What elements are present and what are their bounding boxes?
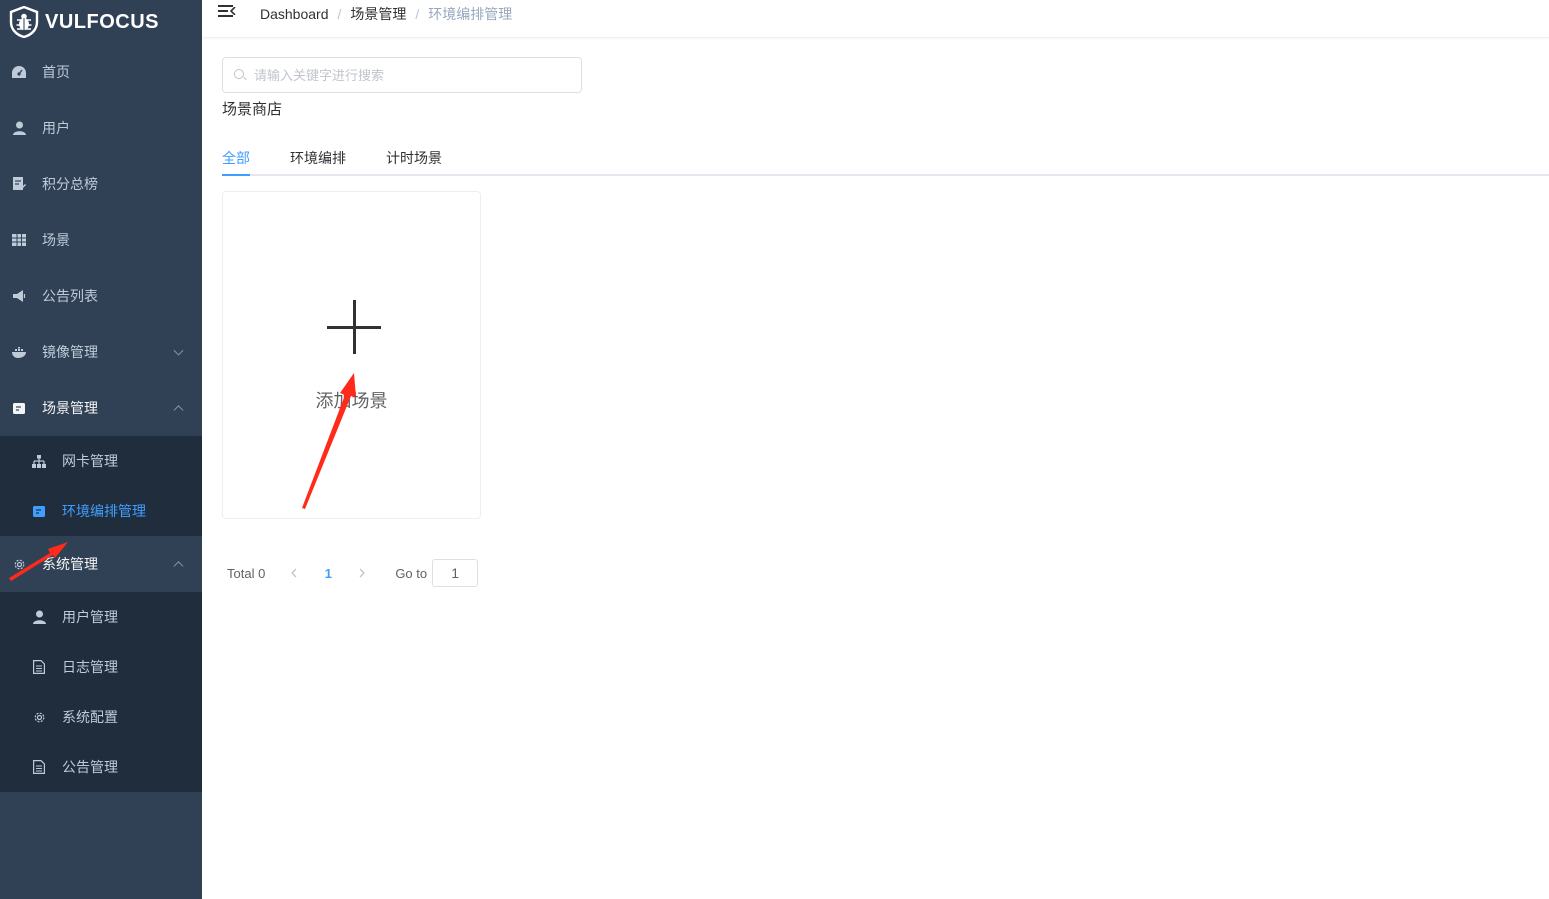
sidebar-item-notices[interactable]: 公告列表 xyxy=(0,268,202,324)
submenu-scene-management: 网卡管理 环境编排管理 xyxy=(0,436,202,536)
gear-icon xyxy=(31,709,47,725)
sidebar-item-user-management[interactable]: 用户管理 xyxy=(0,592,202,642)
search-box[interactable] xyxy=(222,57,582,93)
table-grid-icon xyxy=(11,232,27,248)
pagination: Total 0 1 Go to xyxy=(227,559,479,587)
sidebar-item-label: 公告列表 xyxy=(42,288,98,304)
shield-bug-logo-icon xyxy=(8,6,40,38)
pagination-total: Total 0 xyxy=(227,565,266,581)
sidebar-item-scene-management[interactable]: 场景管理 xyxy=(0,380,202,436)
tab-timed-scene[interactable]: 计时场景 xyxy=(386,148,442,168)
chevron-up-icon xyxy=(173,561,184,572)
sidebar-item-label: 用户管理 xyxy=(62,609,118,625)
sidebar-item-label: 环境编排管理 xyxy=(62,503,146,519)
breadcrumb: Dashboard / 场景管理 / 环境编排管理 xyxy=(260,4,512,24)
sidebar-item-label: 系统管理 xyxy=(42,556,98,572)
document-icon xyxy=(31,759,47,775)
navbar: Dashboard / 场景管理 / 环境编排管理 xyxy=(202,0,1549,38)
sidebar-item-system-config[interactable]: 系统配置 xyxy=(0,692,202,742)
megaphone-icon xyxy=(11,288,27,304)
sidebar-item-scene[interactable]: 场景 xyxy=(0,212,202,268)
sidebar-item-label: 网卡管理 xyxy=(62,453,118,469)
tab-orchestration[interactable]: 环境编排 xyxy=(290,148,346,168)
network-tree-icon xyxy=(31,453,47,469)
sidebar-item-system-management[interactable]: 系统管理 xyxy=(0,536,202,592)
sidebar: VULFOCUS 首页 用户 积分总榜 场景 公告列表 镜像管理 场景管理 网卡… xyxy=(0,0,202,899)
prev-page-button[interactable] xyxy=(279,566,309,581)
sidebar-item-user[interactable]: 用户 xyxy=(0,100,202,156)
sidebar-item-label: 积分总榜 xyxy=(42,176,98,192)
sidebar-item-label: 场景 xyxy=(42,232,70,248)
hamburger-menu-icon[interactable] xyxy=(218,3,236,19)
sidebar-menu: 首页 用户 积分总榜 场景 公告列表 镜像管理 场景管理 网卡管理 环境编排管理… xyxy=(0,44,202,792)
goto-page-input[interactable] xyxy=(432,559,479,587)
chevron-up-icon xyxy=(173,405,184,416)
dashboard-icon xyxy=(11,64,27,80)
sidebar-item-orchestration-management[interactable]: 环境编排管理 xyxy=(0,486,202,536)
breadcrumb-separator: / xyxy=(415,6,420,22)
chevron-right-icon xyxy=(359,568,366,577)
tab-bar: 全部 环境编排 计时场景 xyxy=(222,142,1549,176)
user-icon xyxy=(11,120,27,136)
sidebar-item-label: 日志管理 xyxy=(62,659,118,675)
chevron-down-icon xyxy=(173,345,184,356)
goto-label: Go to xyxy=(395,565,428,581)
sidebar-item-home[interactable]: 首页 xyxy=(0,44,202,100)
logo-text: VULFOCUS xyxy=(45,10,159,33)
search-input[interactable] xyxy=(254,67,554,83)
document-edit-icon xyxy=(11,176,27,192)
logo[interactable]: VULFOCUS xyxy=(0,0,202,44)
search-icon xyxy=(233,68,247,82)
sidebar-item-notice-management[interactable]: 公告管理 xyxy=(0,742,202,792)
add-scene-card[interactable]: 添加场景 xyxy=(222,191,481,519)
page-number-current[interactable]: 1 xyxy=(313,566,343,581)
breadcrumb-item-dashboard[interactable]: Dashboard xyxy=(260,6,329,22)
breadcrumb-separator: / xyxy=(337,6,342,22)
tab-all[interactable]: 全部 xyxy=(222,148,250,168)
sidebar-item-log-management[interactable]: 日志管理 xyxy=(0,642,202,692)
user-icon xyxy=(31,609,47,625)
plus-icon xyxy=(327,300,381,354)
sidebar-item-label: 公告管理 xyxy=(62,759,118,775)
next-page-button[interactable] xyxy=(347,566,377,581)
chevron-left-icon xyxy=(291,568,297,577)
scene-card-icon xyxy=(31,503,47,519)
sidebar-item-leaderboard[interactable]: 积分总榜 xyxy=(0,156,202,212)
scene-card-icon xyxy=(11,400,27,416)
docker-icon xyxy=(11,344,27,360)
page-title: 场景商店 xyxy=(222,101,283,118)
main-content: 场景商店 全部 环境编排 计时场景 添加场景 Total 0 1 Go to xyxy=(202,38,1549,899)
gear-icon xyxy=(11,556,27,572)
sidebar-item-label: 场景管理 xyxy=(42,400,98,416)
add-scene-label: 添加场景 xyxy=(315,391,388,411)
breadcrumb-item-current: 环境编排管理 xyxy=(428,6,513,22)
document-icon xyxy=(31,659,47,675)
sidebar-item-label: 首页 xyxy=(42,64,70,80)
pagination-jumper: Go to xyxy=(395,559,479,587)
breadcrumb-item-scene-management[interactable]: 场景管理 xyxy=(350,4,406,24)
sidebar-item-nic-management[interactable]: 网卡管理 xyxy=(0,436,202,486)
tab-active-indicator xyxy=(222,174,250,176)
sidebar-item-label: 镜像管理 xyxy=(42,344,98,360)
sidebar-item-label: 系统配置 xyxy=(62,709,118,725)
submenu-system-management: 用户管理 日志管理 系统配置 公告管理 xyxy=(0,592,202,792)
sidebar-item-label: 用户 xyxy=(42,120,70,136)
sidebar-item-images[interactable]: 镜像管理 xyxy=(0,324,202,380)
